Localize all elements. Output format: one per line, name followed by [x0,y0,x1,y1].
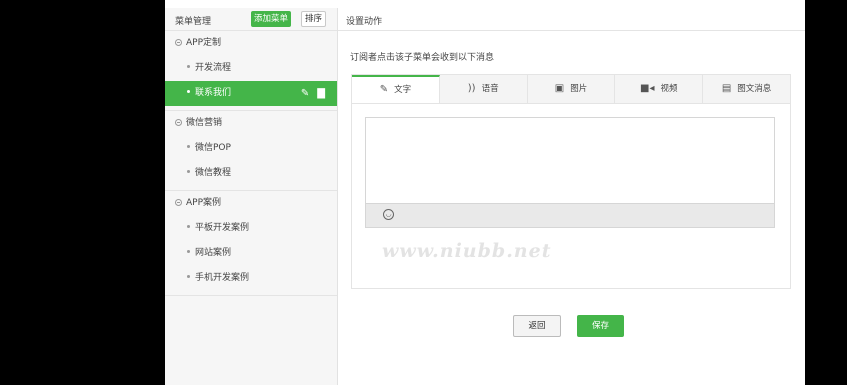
bullet-icon [187,145,190,148]
submenu-item-dev-process[interactable]: 开发流程 [165,56,337,81]
tab-text[interactable]: ✎ 文字 [352,75,440,103]
audio-icon: )) [467,83,476,94]
bullet-icon [187,90,190,93]
collapse-icon[interactable] [175,39,182,46]
submenu-item-contact-us[interactable]: 联系我们 ✎ ▇ [165,81,337,106]
submenu-item-label: 网站案例 [195,248,232,258]
bullet-icon [187,275,190,278]
message-type-tabs: ✎ 文字 )) 语音 ▣ 图片 ■◂ 视频 ▤ 图文消息 [352,75,790,104]
collapse-icon[interactable] [175,199,182,206]
submenu-item-wechat-tutorial[interactable]: 微信教程 [165,161,337,186]
item-actions: ✎ ▇ [293,81,325,106]
tab-video[interactable]: ■◂ 视频 [615,75,704,103]
tab-news[interactable]: ▤ 图文消息 [703,75,790,103]
tab-label: 文字 [394,85,412,95]
action-panel: 设置动作 订阅者点击该子菜单会收到以下消息 ✎ 文字 )) 语音 ▣ 图片 ■◂ 视频 … [338,8,805,385]
menu-group: APP定制 开发流程 联系我们 ✎ ▇ [165,31,337,111]
submenu-item-wechat-pop[interactable]: 微信POP [165,136,337,161]
tab-image[interactable]: ▣ 图片 [528,75,616,103]
submenu-item-label: 手机开发案例 [195,273,250,283]
menu-group: 微信营销 微信POP 微信教程 [165,111,337,191]
menu-item-label: APP定制 [186,38,222,48]
tab-label: 语音 [481,84,499,94]
bullet-icon [187,225,190,228]
menu-item-app-cases[interactable]: APP案例 [165,191,337,216]
video-icon: ■◂ [640,83,655,94]
save-button[interactable]: 保存 [577,315,624,337]
menu-panel-header: 菜单管理 添加菜单 排序 [165,8,337,31]
bullet-icon [187,250,190,253]
submenu-item-label: 平板开发案例 [195,223,250,233]
submenu-item-label: 联系我们 [195,88,232,98]
action-panel-title: 设置动作 [346,17,383,27]
action-panel-header: 设置动作 [338,8,805,31]
submenu-item-label: 开发流程 [195,63,232,73]
menu-item-wechat-marketing[interactable]: 微信营销 [165,111,337,136]
back-button[interactable]: 返回 [513,315,561,337]
watermark: www.niubb.net [382,240,552,262]
submenu-item-tablet-cases[interactable]: 平板开发案例 [165,216,337,241]
tab-audio[interactable]: )) 语音 [440,75,528,103]
news-icon: ▤ [721,83,732,94]
tab-label: 图片 [570,84,588,94]
submenu-item-website-cases[interactable]: 网站案例 [165,241,337,266]
submenu-item-label: 微信教程 [195,168,232,178]
emoji-toolbar: ◡ [365,203,775,228]
menu-item-label: APP案例 [186,198,222,208]
menu-item-label: 微信营销 [186,118,223,128]
tab-label: 视频 [660,84,678,94]
add-menu-button[interactable]: 添加菜单 [251,11,292,27]
message-editor: ✎ 文字 )) 语音 ▣ 图片 ■◂ 视频 ▤ 图文消息 ◡ www.niubb.net [351,74,791,289]
image-icon: ▣ [554,83,565,94]
bullet-icon [187,170,190,173]
bullet-icon [187,65,190,68]
menu-item-app-custom[interactable]: APP定制 [165,31,337,56]
menu-group: APP案例 平板开发案例 网站案例 手机开发案例 [165,191,337,296]
submenu-item-mobile-cases[interactable]: 手机开发案例 [165,266,337,291]
submenu-item-label: 微信POP [195,143,231,153]
message-textarea[interactable] [365,117,775,203]
menu-panel-title: 菜单管理 [175,17,212,27]
tab-label: 图文消息 [737,84,772,94]
menu-panel: 菜单管理 添加菜单 排序 APP定制 开发流程 联系我们 ✎ ▇ 微信营销 微信… [165,8,338,385]
pencil-icon[interactable]: ✎ [301,88,309,99]
emoji-icon[interactable]: ◡ [383,209,394,220]
sort-button[interactable]: 排序 [301,11,327,27]
app-frame: 菜单管理 添加菜单 排序 APP定制 开发流程 联系我们 ✎ ▇ 微信营销 微信… [165,0,805,385]
menu-tree: APP定制 开发流程 联系我们 ✎ ▇ 微信营销 微信POP 微信教程 APP案… [165,31,337,296]
action-hint: 订阅者点击该子菜单会收到以下消息 [350,53,495,63]
trash-icon[interactable]: ▇ [317,88,325,99]
collapse-icon[interactable] [175,119,182,126]
pencil-icon: ✎ [379,84,389,95]
